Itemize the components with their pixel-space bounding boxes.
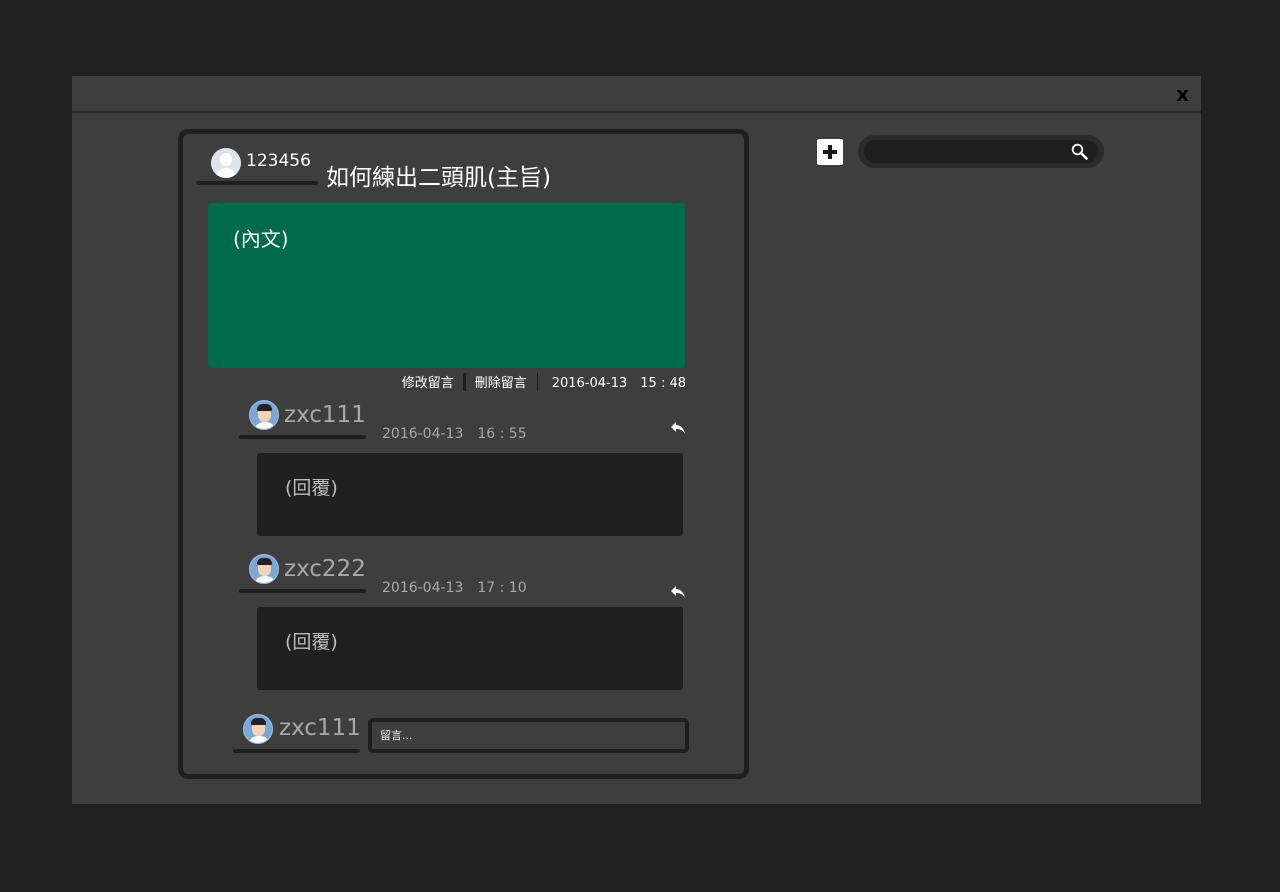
comment-input[interactable] xyxy=(368,718,689,753)
avatar xyxy=(249,400,279,430)
reply-body: (回覆) xyxy=(257,453,683,536)
avatar xyxy=(249,554,279,584)
post-author-name: 123456 xyxy=(246,151,311,171)
post-timestamp: 2016-04-13 15 : 48 xyxy=(551,376,686,391)
author-underline xyxy=(233,749,360,753)
reply-item: zxc222 2016-04-13 17 : 10 (回覆) xyxy=(239,554,689,690)
author-underline xyxy=(196,181,318,185)
reply-icon[interactable] xyxy=(670,420,686,439)
search-icon[interactable] xyxy=(1071,143,1088,164)
reply-header: zxc111 2016-04-13 16 : 55 xyxy=(239,400,689,450)
add-post-button[interactable] xyxy=(817,139,843,165)
reply-author-name: zxc111 xyxy=(284,402,366,428)
reply-author-name: zxc222 xyxy=(284,556,366,582)
reply-item: zxc111 2016-04-13 16 : 55 (回覆) xyxy=(239,400,689,536)
reply-timestamp: 2016-04-13 16 : 55 xyxy=(382,426,527,442)
comment-composer: zxc111 xyxy=(233,714,689,759)
edit-comment-button[interactable]: 修改留言 xyxy=(402,372,454,391)
modal-header: x xyxy=(72,76,1201,113)
post-body: (內文) xyxy=(208,203,685,368)
author-underline xyxy=(239,435,366,439)
reply-body-text: (回覆) xyxy=(285,631,338,653)
post-author: 123456 xyxy=(196,148,330,188)
post-title: 如何練出二頭肌(主旨) xyxy=(326,165,551,191)
divider xyxy=(462,372,466,391)
reply-body-text: (回覆) xyxy=(285,477,338,499)
reply-body: (回覆) xyxy=(257,607,683,690)
reply-header: zxc222 2016-04-13 17 : 10 xyxy=(239,554,689,604)
search-input[interactable] xyxy=(864,140,1098,163)
reply-timestamp: 2016-04-13 17 : 10 xyxy=(382,580,527,596)
close-button[interactable]: x xyxy=(1176,82,1189,106)
delete-comment-button[interactable]: 刪除留言 xyxy=(475,372,527,391)
divider xyxy=(536,372,538,391)
reply-icon[interactable] xyxy=(670,584,686,603)
search-box xyxy=(858,135,1104,168)
author-underline xyxy=(239,589,366,593)
avatar xyxy=(211,148,241,178)
comment-author-name: zxc111 xyxy=(279,715,361,741)
post-actions: 修改留言 刪除留言 2016-04-13 15 : 48 xyxy=(402,372,686,391)
post-body-text: (內文) xyxy=(233,227,289,251)
post-card: 123456 如何練出二頭肌(主旨) (內文) 修改留言 刪除留言 2016-0… xyxy=(178,129,749,779)
post-modal: x 123456 如何練出二頭肌(主旨) (內文) 修改留言 刪除留言 2016… xyxy=(72,76,1201,804)
avatar xyxy=(243,714,273,744)
